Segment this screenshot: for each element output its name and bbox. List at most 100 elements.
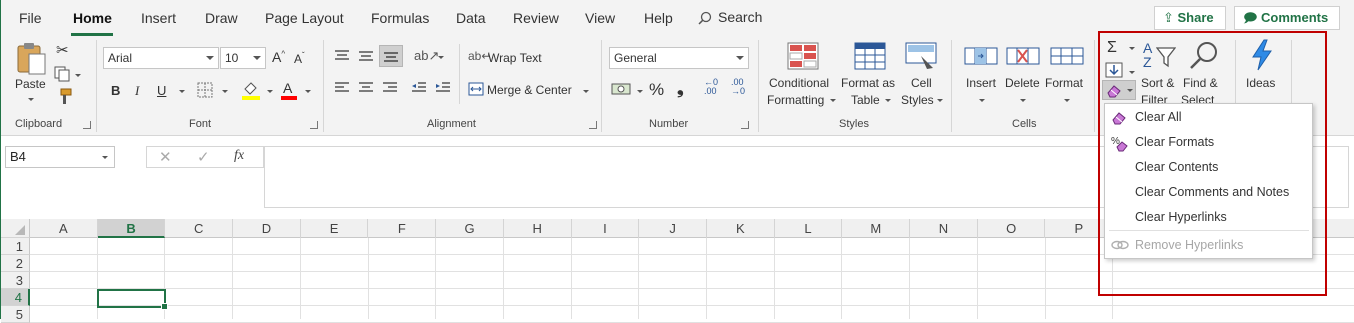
select-all-corner[interactable] [1, 219, 30, 238]
orientation-icon[interactable]: ab↗ [414, 48, 439, 64]
row-header-1[interactable]: 1 [1, 238, 30, 255]
column-header-b[interactable]: B [97, 219, 166, 238]
tab-review[interactable]: Review [513, 10, 559, 26]
row-header-4[interactable]: 4 [1, 289, 30, 306]
bold-button[interactable]: B [111, 83, 120, 98]
row-header-3[interactable]: 3 [1, 272, 30, 289]
search-icon [698, 11, 712, 25]
number-format-value: General [614, 51, 657, 65]
tab-page-layout[interactable]: Page Layout [265, 10, 344, 26]
row-header-5[interactable]: 5 [1, 306, 30, 323]
column-header-n[interactable]: N [910, 219, 978, 238]
tab-draw[interactable]: Draw [205, 10, 238, 26]
conditional-formatting-icon [787, 42, 819, 70]
underline-dropdown-arrow[interactable] [179, 90, 185, 93]
comments-button[interactable]: 🗩 Comments [1234, 6, 1340, 30]
column-gridline [1044, 238, 1046, 319]
borders-dropdown-arrow[interactable] [222, 90, 228, 93]
name-box[interactable]: B4 [5, 146, 115, 168]
align-center-icon[interactable] [358, 81, 374, 95]
conditional-formatting-line1: Conditional [769, 76, 830, 90]
cut-icon[interactable]: ✂ [56, 41, 69, 59]
column-header-h[interactable]: H [504, 219, 572, 238]
copy-icon[interactable] [54, 66, 72, 82]
column-header-k[interactable]: K [707, 219, 775, 238]
bottom-align-button[interactable] [379, 45, 403, 67]
font-dialog-launcher[interactable] [310, 121, 318, 129]
group-separator [758, 40, 759, 132]
number-dialog-launcher[interactable] [741, 121, 749, 129]
paste-dropdown-arrow[interactable] [28, 98, 34, 101]
column-header-i[interactable]: I [572, 219, 640, 238]
underline-button[interactable]: U [157, 83, 166, 98]
italic-button[interactable]: I [135, 83, 139, 99]
align-left-icon[interactable] [334, 81, 350, 95]
chevron-down-icon [253, 56, 261, 60]
accounting-format-icon[interactable] [611, 81, 631, 97]
column-header-o[interactable]: O [978, 219, 1046, 238]
shrink-font-button[interactable]: Aˇ [294, 51, 305, 66]
merge-dropdown-arrow[interactable] [583, 90, 589, 93]
clipboard-dialog-launcher[interactable] [83, 121, 91, 129]
tab-file[interactable]: File [19, 10, 42, 26]
borders-icon[interactable] [197, 82, 213, 98]
tab-data[interactable]: Data [456, 10, 486, 26]
paste-button[interactable]: Paste [15, 76, 46, 92]
copy-dropdown-arrow[interactable] [75, 74, 81, 77]
group-separator [1094, 40, 1095, 132]
merge-center-label: Merge & Center [487, 83, 572, 97]
column-gridline [435, 238, 437, 319]
insert-function-button[interactable]: fx [234, 148, 244, 164]
accounting-dropdown-arrow[interactable] [637, 90, 643, 93]
increase-indent-icon[interactable] [435, 81, 451, 95]
column-header-c[interactable]: C [165, 219, 234, 238]
chevron-down-icon [1020, 99, 1026, 102]
alignment-dialog-launcher[interactable] [589, 121, 597, 129]
decrease-indent-icon[interactable] [411, 81, 427, 95]
tab-insert[interactable]: Insert [141, 10, 176, 26]
decrease-decimal-icon[interactable]: .00 →0 [731, 78, 745, 96]
inner-separator [459, 44, 460, 104]
column-header-m[interactable]: M [842, 219, 911, 238]
tab-formulas[interactable]: Formulas [371, 10, 429, 26]
column-header-j[interactable]: J [639, 219, 707, 238]
active-cell-B4[interactable] [97, 289, 168, 310]
grow-font-button[interactable]: A^ [272, 49, 285, 65]
annotation-highlight-box [1098, 31, 1327, 296]
tab-help[interactable]: Help [644, 10, 673, 26]
column-header-g[interactable]: G [436, 219, 504, 238]
column-gridline [909, 238, 911, 319]
middle-align-icon[interactable] [358, 49, 374, 63]
font-name-combo[interactable]: Arial [103, 47, 219, 69]
number-format-combo[interactable]: General [609, 47, 749, 69]
increase-decimal-icon[interactable]: ←0.00 [704, 78, 718, 96]
column-header-f[interactable]: F [369, 219, 437, 238]
tab-view[interactable]: View [585, 10, 615, 26]
orientation-dropdown-arrow[interactable] [438, 56, 444, 59]
font-size-combo[interactable]: 10 [220, 47, 266, 69]
conditional-formatting-line2: Formatting [767, 93, 825, 107]
row-header-2[interactable]: 2 [1, 255, 30, 272]
top-align-icon[interactable] [334, 49, 350, 63]
format-painter-icon[interactable] [55, 88, 73, 106]
cell-styles-icon [905, 42, 937, 69]
comma-style-button[interactable]: ❟ [677, 79, 684, 99]
bottom-align-icon [384, 52, 398, 62]
cancel-x-icon[interactable]: ✕ [159, 148, 172, 166]
tell-me-search[interactable]: Search [698, 9, 762, 25]
column-header-e[interactable]: E [301, 219, 369, 238]
percent-style-button[interactable]: % [649, 80, 664, 100]
align-right-icon[interactable] [382, 81, 398, 95]
enter-check-icon[interactable]: ✓ [197, 148, 210, 166]
column-header-l[interactable]: L [775, 219, 843, 238]
font-color-icon[interactable]: A [283, 80, 292, 96]
font-color-bar [281, 96, 297, 100]
share-button[interactable]: ⇪ Share [1154, 6, 1226, 30]
tab-home[interactable]: Home [73, 10, 112, 26]
column-header-a[interactable]: A [30, 219, 98, 238]
paste-icon[interactable] [15, 40, 49, 76]
font-color-dropdown-arrow[interactable] [305, 90, 311, 93]
fill-color-icon[interactable] [241, 80, 261, 100]
column-header-d[interactable]: D [233, 219, 301, 238]
fill-color-dropdown-arrow[interactable] [267, 90, 273, 93]
